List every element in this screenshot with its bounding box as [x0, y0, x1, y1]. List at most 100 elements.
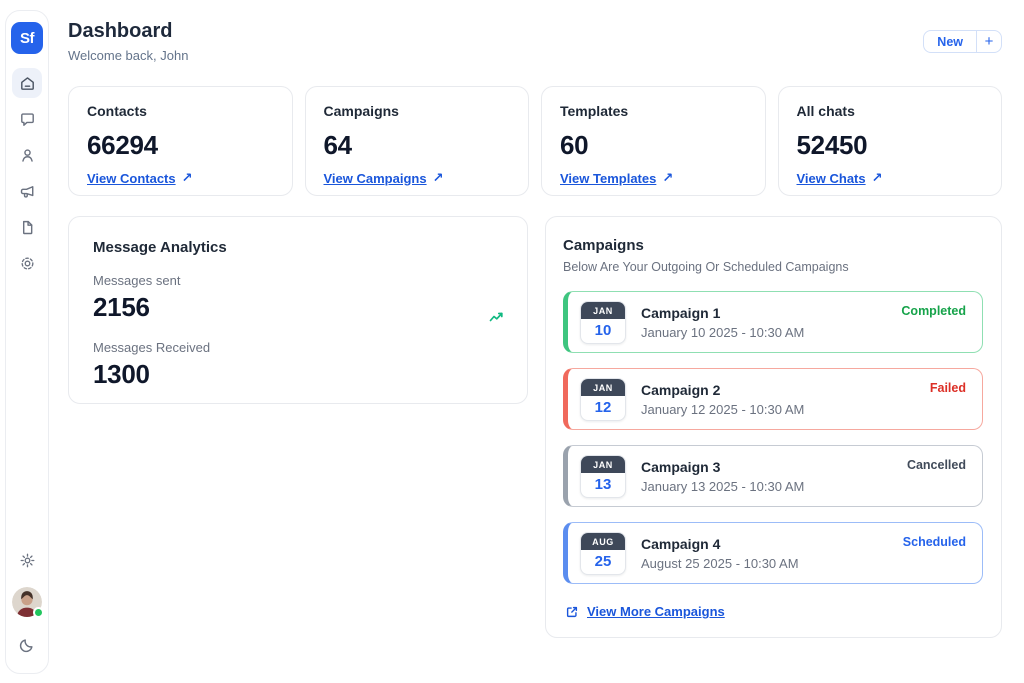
sidebar-item-contacts[interactable] — [12, 140, 42, 170]
campaign-row-1[interactable]: JAN 10 Campaign 1 January 10 2025 - 10:3… — [563, 291, 983, 353]
date-badge: AUG 25 — [580, 532, 626, 575]
new-plus-button[interactable]: + — [976, 31, 1001, 52]
campaign-name: Campaign 4 — [641, 536, 799, 552]
campaigns-megaphone-icon — [18, 182, 37, 201]
sidebar: Sf — [5, 10, 49, 674]
arrow-up-right-icon: ↗ — [872, 170, 883, 186]
date-day: 25 — [581, 550, 625, 574]
theme-toggle[interactable] — [12, 629, 42, 659]
sidebar-nav — [12, 68, 42, 278]
sidebar-item-chats[interactable] — [12, 104, 42, 134]
stat-label: Contacts — [87, 103, 274, 119]
message-analytics-card: Message Analytics Messages sent 2156 Mes… — [68, 216, 528, 404]
campaign-datetime: January 10 2025 - 10:30 AM — [641, 325, 804, 340]
campaign-name: Campaign 2 — [641, 382, 804, 398]
stat-label: Templates — [560, 103, 747, 119]
sidebar-item-templates[interactable] — [12, 212, 42, 242]
main-content: Dashboard Welcome back, John New + Conta… — [68, 20, 1002, 638]
stat-card-contacts: Contacts 66294 View Contacts ↗ — [68, 86, 293, 196]
stats-row: Contacts 66294 View Contacts ↗ Campaigns… — [68, 86, 1002, 196]
campaign-datetime: January 12 2025 - 10:30 AM — [641, 402, 804, 417]
campaign-datetime: January 13 2025 - 10:30 AM — [641, 479, 804, 494]
date-badge: JAN 12 — [580, 378, 626, 421]
date-day: 12 — [581, 396, 625, 420]
settings-button[interactable] — [12, 545, 42, 575]
campaigns-card: Campaigns Below Are Your Outgoing Or Sch… — [545, 216, 1002, 638]
link-label: View Chats — [797, 171, 866, 186]
messages-received-value: 1300 — [93, 359, 503, 390]
view-more-label: View More Campaigns — [587, 604, 725, 619]
campaign-list: JAN 10 Campaign 1 January 10 2025 - 10:3… — [563, 291, 983, 584]
campaigns-title: Campaigns — [563, 237, 983, 254]
sidebar-item-support[interactable] — [12, 248, 42, 278]
templates-document-icon — [18, 218, 37, 237]
view-contacts-link[interactable]: View Contacts ↗ — [87, 170, 274, 186]
stat-card-campaigns: Campaigns 64 View Campaigns ↗ — [305, 86, 530, 196]
link-label: View Contacts — [87, 171, 176, 186]
analytics-title: Message Analytics — [93, 239, 503, 256]
date-badge: JAN 10 — [580, 301, 626, 344]
chat-icon — [18, 110, 37, 129]
arrow-up-right-icon: ↗ — [182, 170, 193, 186]
date-badge: JAN 13 — [580, 455, 626, 498]
arrow-up-right-icon: ↗ — [662, 170, 673, 186]
home-icon — [18, 74, 37, 93]
campaign-row-2[interactable]: JAN 12 Campaign 2 January 12 2025 - 10:3… — [563, 368, 983, 430]
status-badge: Completed — [901, 304, 966, 318]
new-button[interactable]: New — [924, 31, 976, 52]
support-icon — [18, 254, 37, 273]
page-title: Dashboard — [68, 20, 188, 43]
campaigns-subtitle: Below Are Your Outgoing Or Scheduled Cam… — [563, 260, 983, 274]
campaign-text: Campaign 2 January 12 2025 - 10:30 AM — [641, 382, 804, 417]
stat-value: 66294 — [87, 130, 274, 161]
contacts-icon — [18, 146, 37, 165]
campaign-text: Campaign 4 August 25 2025 - 10:30 AM — [641, 536, 799, 571]
date-month: JAN — [581, 379, 625, 396]
campaign-row-4[interactable]: AUG 25 Campaign 4 August 25 2025 - 10:30… — [563, 522, 983, 584]
stat-value: 52450 — [797, 130, 984, 161]
stat-label: Campaigns — [324, 103, 511, 119]
dashboard-page: Sf — [0, 0, 1024, 683]
stat-value: 60 — [560, 130, 747, 161]
view-chats-link[interactable]: View Chats ↗ — [797, 170, 984, 186]
status-badge: Cancelled — [907, 458, 966, 472]
stat-card-all-chats: All chats 52450 View Chats ↗ — [778, 86, 1003, 196]
link-label: View Templates — [560, 171, 656, 186]
view-templates-link[interactable]: View Templates ↗ — [560, 170, 747, 186]
app-logo[interactable]: Sf — [11, 22, 43, 54]
messages-sent-label: Messages sent — [93, 273, 503, 288]
sidebar-item-home[interactable] — [12, 68, 42, 98]
trending-up-icon — [488, 309, 505, 331]
user-avatar[interactable] — [12, 587, 42, 617]
stat-label: All chats — [797, 103, 984, 119]
page-header: Dashboard Welcome back, John New + — [68, 20, 1002, 63]
gear-icon — [18, 551, 37, 570]
status-badge: Failed — [930, 381, 966, 395]
messages-received-label: Messages Received — [93, 340, 503, 355]
view-more-campaigns-link[interactable]: View More Campaigns — [563, 604, 983, 619]
date-day: 10 — [581, 319, 625, 343]
campaign-datetime: August 25 2025 - 10:30 AM — [641, 556, 799, 571]
campaign-text: Campaign 3 January 13 2025 - 10:30 AM — [641, 459, 804, 494]
sidebar-bottom — [12, 545, 42, 659]
messages-sent-value: 2156 — [93, 292, 503, 323]
campaign-name: Campaign 3 — [641, 459, 804, 475]
view-campaigns-link[interactable]: View Campaigns ↗ — [324, 170, 511, 186]
link-label: View Campaigns — [324, 171, 427, 186]
stat-card-templates: Templates 60 View Templates ↗ — [541, 86, 766, 196]
campaign-name: Campaign 1 — [641, 305, 804, 321]
page-subtitle: Welcome back, John — [68, 48, 188, 63]
status-badge: Scheduled — [903, 535, 966, 549]
date-day: 13 — [581, 473, 625, 497]
sidebar-item-campaigns[interactable] — [12, 176, 42, 206]
second-row: Message Analytics Messages sent 2156 Mes… — [68, 216, 1002, 638]
new-split-button: New + — [923, 30, 1002, 53]
date-month: JAN — [581, 302, 625, 319]
campaign-row-3[interactable]: JAN 13 Campaign 3 January 13 2025 - 10:3… — [563, 445, 983, 507]
stat-value: 64 — [324, 130, 511, 161]
moon-icon — [18, 635, 37, 654]
online-status-dot — [33, 607, 44, 618]
campaign-text: Campaign 1 January 10 2025 - 10:30 AM — [641, 305, 804, 340]
arrow-up-right-icon: ↗ — [433, 170, 444, 186]
date-month: AUG — [581, 533, 625, 550]
